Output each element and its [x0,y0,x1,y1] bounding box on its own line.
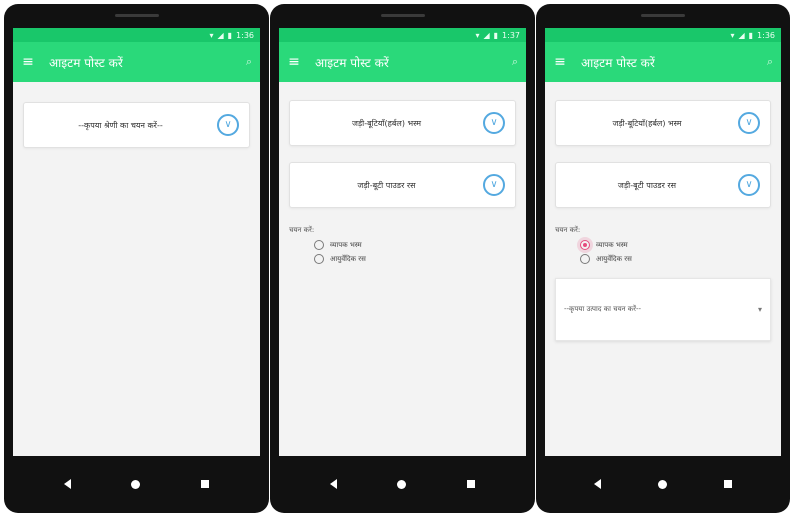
home-icon[interactable] [397,479,407,489]
product-dropdown-placeholder: --कृपया उत्पाद का चयन करें-- [564,305,642,313]
option-section: चयन करें: व्यापक भस्म आयुर्वेदिक रस [289,226,526,264]
chevron-down-icon[interactable]: ∨ [483,174,505,196]
category-value: जड़ी-बूटियाँ(हर्बल) भस्म [351,118,422,128]
category-select-placeholder: --कृपया श्रेणी का चयन करें-- [78,120,163,130]
recent-apps-icon[interactable] [466,480,475,488]
menu-icon[interactable]: ≡ [13,54,43,70]
phone-frame-2: ▾ ◢ ▮ 1:37 ≡ आइटम पोस्ट करें ⌕ जड़ी-बूटि… [270,4,535,513]
menu-icon[interactable]: ≡ [545,54,575,70]
chevron-down-icon[interactable]: ∨ [217,114,239,136]
back-icon[interactable] [64,479,72,489]
category-select[interactable]: जड़ी-बूटियाँ(हर्बल) भस्म ∨ [289,100,516,146]
status-bar: ▾ ◢ ▮ 1:37 [279,28,526,42]
chevron-down-icon[interactable]: ∨ [738,112,760,134]
chevron-down-icon[interactable]: ∨ [483,112,505,134]
subcategory-select[interactable]: जड़ी-बूटी पाउडर रस ∨ [555,162,771,208]
option-section-label: चयन करें: [555,226,581,234]
nav-bar [4,473,269,495]
back-icon[interactable] [330,479,338,489]
app-bar: ≡ आइटम पोस्ट करें ⌕ [279,42,526,82]
speaker-grille [380,14,425,17]
search-icon[interactable]: ⌕ [504,55,526,69]
back-icon[interactable] [594,479,602,489]
recent-apps-icon[interactable] [200,480,209,488]
battery-icon: ▮ [748,30,754,40]
app-bar: ≡ आइटम पोस्ट करें ⌕ [545,42,781,82]
screen-1: ▾ ◢ ▮ 1:36 ≡ आइटम पोस्ट करें ⌕ --कृपया श… [13,28,260,456]
radio-option-1[interactable]: व्यापक भस्म [314,240,526,250]
battery-icon: ▮ [493,30,499,40]
radio-button-selected[interactable] [580,240,590,250]
radio-label: व्यापक भस्म [330,240,362,249]
wifi-icon: ▾ [730,30,735,40]
radio-button[interactable] [580,254,590,264]
signal-icon: ◢ [483,30,490,40]
radio-option-2[interactable]: आयुर्वेदिक रस [580,254,781,264]
subcategory-select[interactable]: जड़ी-बूटी पाउडर रस ∨ [289,162,516,208]
search-icon[interactable]: ⌕ [238,55,260,69]
app-title: आइटम पोस्ट करें [581,55,655,70]
radio-label: आयुर्वेदिक रस [330,254,366,263]
status-bar: ▾ ◢ ▮ 1:36 [13,28,260,42]
phone-frame-3: ▾ ◢ ▮ 1:36 ≡ आइटम पोस्ट करें ⌕ जड़ी-बूटि… [536,4,790,513]
menu-icon[interactable]: ≡ [279,54,309,70]
home-icon[interactable] [657,479,667,489]
speaker-grille [114,14,159,17]
radio-option-1[interactable]: व्यापक भस्म [580,240,781,250]
subcategory-value: जड़ी-बूटी पाउडर रस [357,180,416,190]
subcategory-value: जड़ी-बूटी पाउडर रस [617,180,677,190]
radio-button[interactable] [314,240,324,250]
caret-down-icon[interactable]: ▾ [758,305,762,314]
radio-label: आयुर्वेदिक रस [596,254,632,263]
option-section-label: चयन करें: [289,226,315,234]
nav-bar [270,473,535,495]
chevron-down-icon[interactable]: ∨ [738,174,760,196]
radio-label: व्यापक भस्म [596,240,628,249]
screen-3: ▾ ◢ ▮ 1:36 ≡ आइटम पोस्ट करें ⌕ जड़ी-बूटि… [545,28,781,456]
signal-icon: ◢ [217,30,224,40]
category-select[interactable]: --कृपया श्रेणी का चयन करें-- ∨ [23,102,250,148]
status-time: 1:36 [757,30,775,40]
screen-2: ▾ ◢ ▮ 1:37 ≡ आइटम पोस्ट करें ⌕ जड़ी-बूटि… [279,28,526,456]
app-title: आइटम पोस्ट करें [49,55,123,70]
battery-icon: ▮ [227,30,233,40]
radio-option-2[interactable]: आयुर्वेदिक रस [314,254,526,264]
home-icon[interactable] [131,479,141,489]
wifi-icon: ▾ [475,30,480,40]
option-section: चयन करें: व्यापक भस्म आयुर्वेदिक रस [555,226,781,264]
app-bar: ≡ आइटम पोस्ट करें ⌕ [13,42,260,82]
recent-apps-icon[interactable] [723,480,732,488]
category-select[interactable]: जड़ी-बूटियाँ(हर्बल) भस्म ∨ [555,100,771,146]
speaker-grille [641,14,685,17]
search-icon[interactable]: ⌕ [759,55,781,69]
phone-frame-1: ▾ ◢ ▮ 1:36 ≡ आइटम पोस्ट करें ⌕ --कृपया श… [4,4,269,513]
signal-icon: ◢ [738,30,745,40]
nav-bar [536,473,790,495]
app-title: आइटम पोस्ट करें [315,55,389,70]
status-time: 1:37 [502,30,520,40]
status-time: 1:36 [236,30,254,40]
category-value: जड़ी-बूटियाँ(हर्बल) भस्म [612,118,682,128]
status-bar: ▾ ◢ ▮ 1:36 [545,28,781,42]
radio-button[interactable] [314,254,324,264]
product-dropdown[interactable]: --कृपया उत्पाद का चयन करें-- ▾ [555,278,771,341]
wifi-icon: ▾ [209,30,214,40]
